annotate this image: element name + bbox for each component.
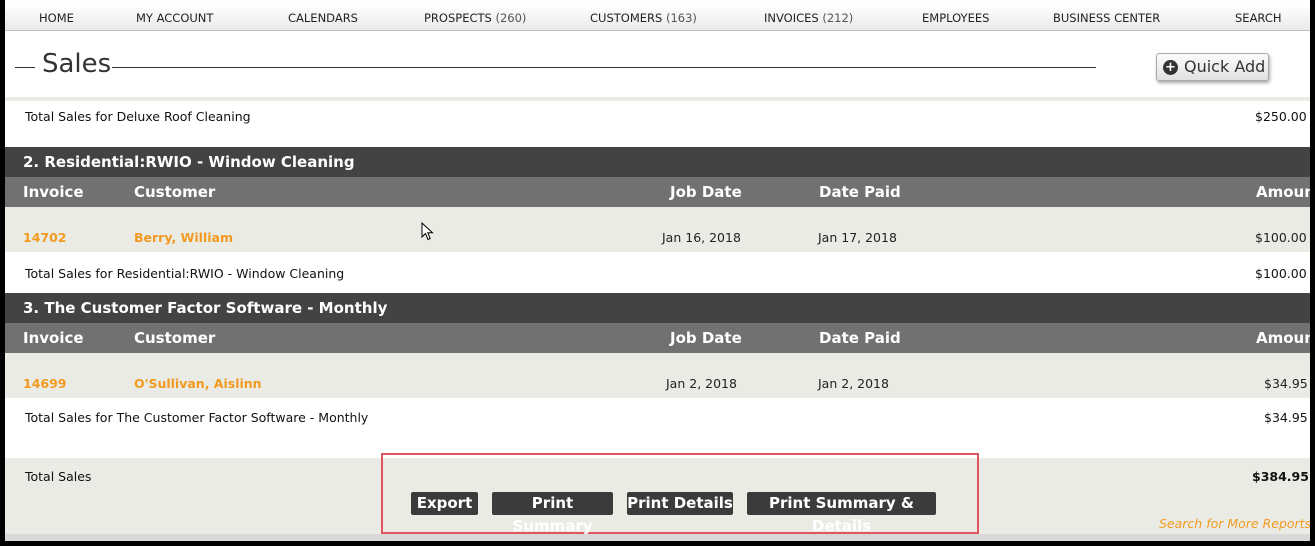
col-job-date: Job Date xyxy=(670,329,742,347)
section-total-amount: $100.00 xyxy=(1255,266,1307,281)
col-amount: Amount xyxy=(1256,183,1310,201)
export-button[interactable]: Export xyxy=(411,492,478,515)
job-date-value: Jan 2, 2018 xyxy=(666,376,737,391)
nav-business-center[interactable]: BUSINESS CENTER xyxy=(1053,5,1160,31)
print-summary-details-button[interactable]: Print Summary & Details xyxy=(747,492,936,535)
nav-calendars[interactable]: CALENDARS xyxy=(288,5,358,31)
table-row: 14702 Berry, William Jan 16, 2018 Jan 17… xyxy=(5,207,1310,252)
invoices-count: (212) xyxy=(822,11,854,25)
invoice-link[interactable]: 14702 xyxy=(23,230,67,245)
customers-count: (163) xyxy=(665,11,697,25)
job-date-value: Jan 16, 2018 xyxy=(662,230,741,245)
nav-customers[interactable]: CUSTOMERS (163) xyxy=(590,5,697,31)
column-header-row: Invoice Customer Job Date Date Paid Amou… xyxy=(5,323,1310,353)
nav-search[interactable]: SEARCH xyxy=(1235,5,1282,31)
quick-add-button[interactable]: + Quick Add xyxy=(1156,53,1269,81)
section-total-amount: $34.95 xyxy=(1264,410,1308,425)
section-total-row: Total Sales for Deluxe Roof Cleaning $25… xyxy=(5,101,1310,131)
section-total-row: Total Sales for The Customer Factor Soft… xyxy=(5,398,1310,458)
date-paid-value: Jan 17, 2018 xyxy=(818,230,897,245)
nav-prospects[interactable]: PROSPECTS (260) xyxy=(424,5,526,31)
section-spacer xyxy=(5,131,1310,147)
page-header: Sales + Quick Add xyxy=(5,31,1310,97)
grand-total-row: Total Sales $384.95 Export Print Summary… xyxy=(5,453,1310,535)
title-rule-left xyxy=(15,67,35,68)
amount-value: $34.95 xyxy=(1264,376,1308,391)
section-heading: 2. Residential:RWIO - Window Cleaning xyxy=(5,147,1310,177)
grand-total-label: Total Sales xyxy=(25,469,92,484)
table-row: 14699 O'Sullivan, Aislinn Jan 2, 2018 Ja… xyxy=(5,353,1310,398)
col-invoice: Invoice xyxy=(23,183,84,201)
section-total-amount: $250.00 xyxy=(1255,109,1307,124)
column-header-row: Invoice Customer Job Date Date Paid Amou… xyxy=(5,177,1310,207)
customer-link[interactable]: O'Sullivan, Aislinn xyxy=(134,376,262,391)
col-date-paid: Date Paid xyxy=(819,329,901,347)
search-more-reports-link[interactable]: Search for More Reports xyxy=(1159,516,1310,531)
title-rule-right xyxy=(112,67,1096,68)
section-total-label: Total Sales for Deluxe Roof Cleaning xyxy=(25,109,251,124)
nav-employees[interactable]: EMPLOYEES xyxy=(922,5,989,31)
col-date-paid: Date Paid xyxy=(819,183,901,201)
page-title: Sales xyxy=(42,49,112,79)
page-bottom-edge xyxy=(5,534,1310,541)
nav-my-account[interactable]: MY ACCOUNT xyxy=(136,5,213,31)
section-total-label: Total Sales for The Customer Factor Soft… xyxy=(25,410,369,425)
col-invoice: Invoice xyxy=(23,329,84,347)
col-job-date: Job Date xyxy=(670,183,742,201)
quick-add-label: Quick Add xyxy=(1184,57,1266,76)
top-nav: HOME MY ACCOUNT CALENDARS PROSPECTS (260… xyxy=(5,5,1310,31)
sales-report-window: HOME MY ACCOUNT CALENDARS PROSPECTS (260… xyxy=(5,0,1310,541)
col-amount: Amount xyxy=(1256,329,1310,347)
invoice-link[interactable]: 14699 xyxy=(23,376,67,391)
print-summary-button[interactable]: Print Summary xyxy=(492,492,613,535)
section-heading: 3. The Customer Factor Software - Monthl… xyxy=(5,293,1310,323)
section-title: 2. Residential:RWIO - Window Cleaning xyxy=(23,153,355,171)
section-title: 3. The Customer Factor Software - Monthl… xyxy=(23,299,388,317)
section-total-label: Total Sales for Residential:RWIO - Windo… xyxy=(25,266,345,281)
col-customer: Customer xyxy=(134,183,216,201)
section-total-row: Total Sales for Residential:RWIO - Windo… xyxy=(5,252,1310,293)
print-details-button[interactable]: Print Details xyxy=(627,492,733,515)
amount-value: $100.00 xyxy=(1255,230,1307,245)
mouse-pointer-icon xyxy=(421,222,434,241)
nav-home[interactable]: HOME xyxy=(39,5,74,31)
nav-invoices[interactable]: INVOICES (212) xyxy=(764,5,853,31)
date-paid-value: Jan 2, 2018 xyxy=(818,376,889,391)
plus-circle-icon: + xyxy=(1163,60,1178,75)
prospects-count: (260) xyxy=(495,11,527,25)
customer-link[interactable]: Berry, William xyxy=(134,230,233,245)
col-customer: Customer xyxy=(134,329,216,347)
grand-total-amount: $384.95 xyxy=(1252,469,1309,484)
